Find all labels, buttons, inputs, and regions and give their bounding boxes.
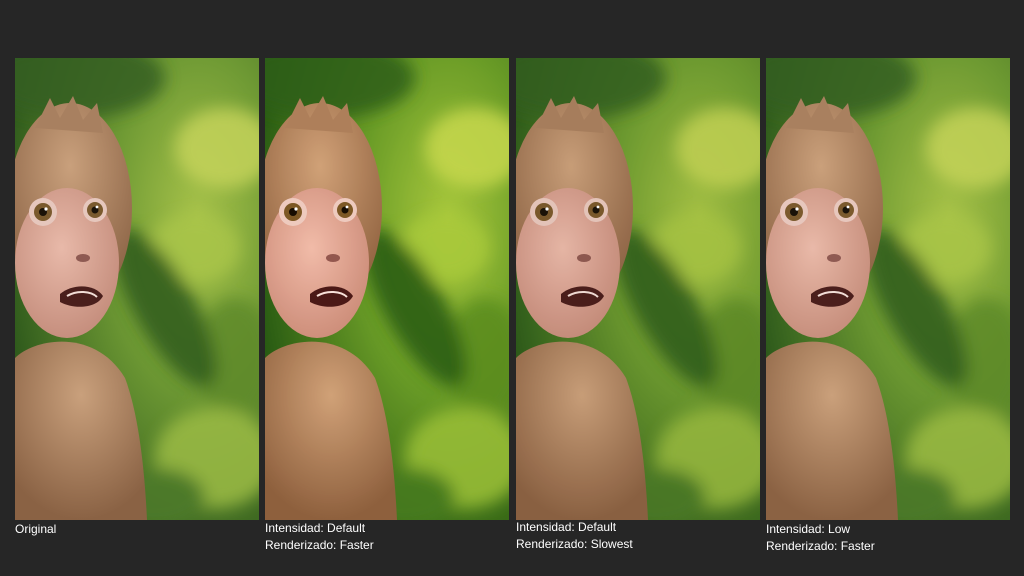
caption-line-2: Renderizado: Faster [766, 539, 875, 553]
image-panel-default-faster [265, 58, 509, 520]
caption-default-faster: Intensidad: Default Renderizado: Faster [265, 520, 374, 554]
caption-line-1: Intensidad: Default [516, 520, 617, 534]
caption-line-2: Renderizado: Faster [265, 538, 374, 552]
monkey-photo [766, 58, 1010, 520]
image-panel-low-faster [766, 58, 1010, 520]
monkey-photo [15, 58, 259, 520]
caption-default-slowest: Intensidad: Default Renderizado: Slowest [516, 519, 633, 553]
monkey-photo [265, 58, 509, 520]
caption-line-1: Intensidad: Low [766, 522, 851, 536]
caption-low-faster: Intensidad: Low Renderizado: Faster [766, 521, 875, 555]
monkey-photo [516, 58, 760, 520]
caption-line-1: Original [15, 522, 57, 536]
image-panel-default-slowest [516, 58, 760, 520]
caption-original: Original [15, 521, 56, 538]
comparison-stage: Original Intensidad: Default Renderizado… [0, 0, 1024, 576]
caption-line-1: Intensidad: Default [265, 521, 366, 535]
caption-line-2: Renderizado: Slowest [516, 537, 633, 551]
image-panel-original [15, 58, 259, 520]
